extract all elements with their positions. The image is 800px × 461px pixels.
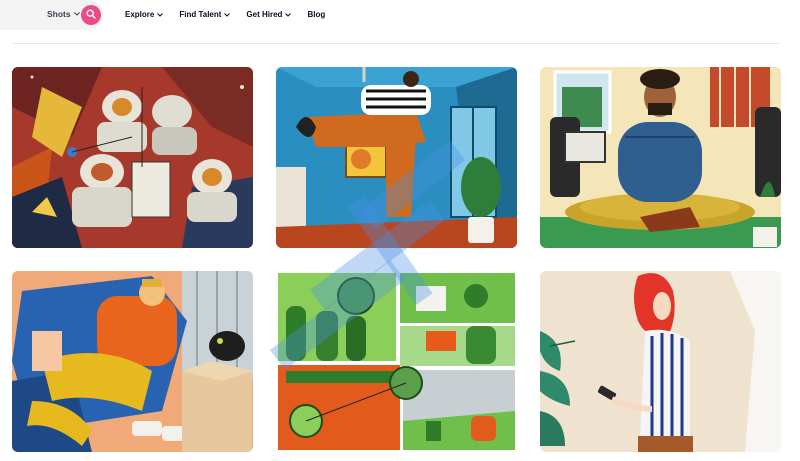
chevron-down-icon [285, 12, 292, 19]
nav-get-hired-label: Get Hired [246, 10, 283, 19]
shot-thumbnail [12, 67, 253, 248]
shot-card-phone-woman[interactable] [540, 271, 781, 452]
shot-card-watering-plant[interactable] [276, 67, 517, 248]
nav-explore-label: Explore [125, 10, 155, 19]
shot-card-lounging[interactable] [12, 271, 253, 452]
top-nav: Shots Explore Find Talent Get Hired Blog [0, 0, 800, 30]
shots-label: Shots [47, 9, 71, 19]
header-divider [12, 43, 780, 44]
nav-find-talent[interactable]: Find Talent [179, 10, 231, 19]
nav-blog-label: Blog [307, 10, 326, 19]
nav-explore[interactable]: Explore [125, 10, 164, 19]
shot-thumbnail [12, 271, 253, 452]
shot-card-astronauts[interactable] [12, 67, 253, 248]
nav-blog[interactable]: Blog [307, 10, 325, 19]
shots-dropdown[interactable]: Shots [47, 9, 80, 19]
shot-thumbnail [276, 67, 517, 248]
nav-find-talent-label: Find Talent [179, 10, 222, 19]
search-button[interactable] [81, 5, 101, 25]
main-nav: Explore Find Talent Get Hired Blog [125, 10, 325, 19]
shot-thumbnail [276, 271, 517, 452]
search-group: Shots [0, 0, 103, 30]
shot-thumbnail [540, 271, 781, 452]
shot-card-green-comic[interactable] [276, 271, 517, 452]
shot-thumbnail [540, 67, 781, 248]
search-icon [86, 6, 96, 24]
shot-card-meditation[interactable] [540, 67, 781, 248]
chevron-down-icon [157, 12, 164, 19]
chevron-down-icon [73, 12, 80, 18]
nav-get-hired[interactable]: Get Hired [246, 10, 292, 19]
chevron-down-icon [224, 12, 231, 19]
